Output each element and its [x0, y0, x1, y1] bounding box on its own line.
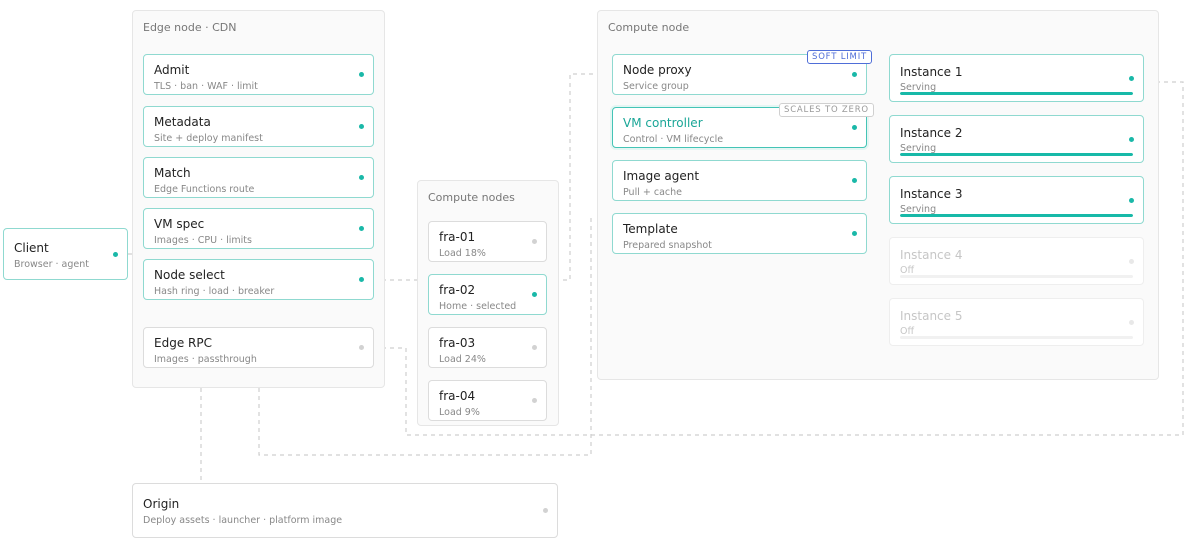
- instance-title: Instance 3: [900, 187, 963, 201]
- client-status-dot: [113, 251, 118, 257]
- node-subtitle: Load 24%: [439, 354, 486, 365]
- step-subtitle: Site + deploy manifest: [154, 133, 263, 144]
- step-status-dot: [359, 226, 364, 231]
- component-title: VM controller: [623, 116, 703, 130]
- instance-status-dot: [1129, 197, 1134, 203]
- step-subtitle: Edge Functions route: [154, 184, 255, 195]
- component-image-agent[interactable]: Image agent Pull + cache: [612, 160, 867, 201]
- component-subtitle: Control · VM lifecycle: [623, 134, 724, 145]
- node-subtitle: Load 18%: [439, 248, 486, 259]
- node-title: fra-01: [439, 230, 476, 244]
- edge-step-vm-spec[interactable]: VM spec Images · CPU · limits: [143, 208, 374, 249]
- instance-title: Instance 4: [900, 248, 963, 262]
- client-node[interactable]: Client Browser · agent: [3, 228, 128, 280]
- node-status-dot: [532, 345, 537, 350]
- component-status-dot: [852, 231, 857, 236]
- instance-load-fill: [900, 214, 1133, 217]
- component-subtitle: Service group: [623, 81, 689, 92]
- step-subtitle: Images · CPU · limits: [154, 235, 252, 246]
- edge-rpc-subtitle: Images · passthrough: [154, 354, 257, 365]
- node-fra-03[interactable]: fra-03 Load 24%: [428, 327, 547, 368]
- step-subtitle: Hash ring · load · breaker: [154, 286, 275, 297]
- edge-node-title: Edge node · CDN: [143, 21, 237, 34]
- edge-step-admit[interactable]: Admit TLS · ban · WAF · limit: [143, 54, 374, 95]
- instance-load-bar: [900, 275, 1133, 278]
- node-status-dot: [532, 292, 537, 297]
- instance-title: Instance 5: [900, 309, 963, 323]
- instance-status-dot: [1129, 136, 1134, 142]
- node-status-dot: [532, 239, 537, 244]
- node-fra-01[interactable]: fra-01 Load 18%: [428, 221, 547, 262]
- origin-title: Origin: [143, 497, 180, 511]
- scales-to-zero-badge: SCALES TO ZERO: [779, 103, 874, 117]
- step-title: Match: [154, 166, 191, 180]
- node-title: fra-03: [439, 336, 476, 350]
- instance-load-fill: [900, 153, 1133, 156]
- node-fra-04[interactable]: fra-04 Load 9%: [428, 380, 547, 421]
- step-title: VM spec: [154, 217, 205, 231]
- instance-status-dot: [1129, 75, 1134, 81]
- client-subtitle: Browser · agent: [14, 259, 89, 270]
- edge-rpc-title: Edge RPC: [154, 336, 212, 350]
- edge-step-match[interactable]: Match Edge Functions route: [143, 157, 374, 198]
- node-subtitle: Home · selected: [439, 301, 517, 312]
- node-title: fra-04: [439, 389, 476, 403]
- instance-load-fill: [900, 92, 1133, 95]
- instance-4[interactable]: Instance 4 Off: [889, 237, 1144, 285]
- step-status-dot: [359, 124, 364, 129]
- component-status-dot: [852, 178, 857, 183]
- component-title: Node proxy: [623, 63, 692, 77]
- node-fra-02[interactable]: fra-02 Home · selected: [428, 274, 547, 315]
- component-title: Template: [623, 222, 678, 236]
- component-status-dot: [852, 72, 857, 77]
- node-subtitle: Load 9%: [439, 407, 480, 418]
- edge-rpc-status-dot: [359, 345, 364, 350]
- instance-title: Instance 1: [900, 65, 963, 79]
- instance-3[interactable]: Instance 3 Serving: [889, 176, 1144, 224]
- step-status-dot: [359, 175, 364, 180]
- edge-step-node-select[interactable]: Node select Hash ring · load · breaker: [143, 259, 374, 300]
- component-subtitle: Prepared snapshot: [623, 240, 712, 251]
- step-status-dot: [359, 72, 364, 77]
- step-title: Metadata: [154, 115, 211, 129]
- instance-load-bar: [900, 214, 1133, 217]
- step-title: Admit: [154, 63, 190, 77]
- step-title: Node select: [154, 268, 225, 282]
- instance-5[interactable]: Instance 5 Off: [889, 298, 1144, 346]
- edge-step-metadata[interactable]: Metadata Site + deploy manifest: [143, 106, 374, 147]
- node-title: fra-02: [439, 283, 476, 297]
- origin-node[interactable]: Origin Deploy assets · launcher · platfo…: [132, 483, 558, 538]
- step-subtitle: TLS · ban · WAF · limit: [154, 81, 258, 92]
- client-title: Client: [14, 241, 49, 255]
- component-title: Image agent: [623, 169, 700, 183]
- instance-title: Instance 2: [900, 126, 963, 140]
- origin-subtitle: Deploy assets · launcher · platform imag…: [143, 515, 343, 526]
- instance-load-bar: [900, 153, 1133, 156]
- compute-nodes-title: Compute nodes: [428, 191, 515, 204]
- component-template[interactable]: Template Prepared snapshot: [612, 213, 867, 254]
- instance-2[interactable]: Instance 2 Serving: [889, 115, 1144, 163]
- component-status-dot: [852, 125, 857, 130]
- instance-status-dot: [1129, 319, 1134, 325]
- instance-1[interactable]: Instance 1 Serving: [889, 54, 1144, 102]
- step-status-dot: [359, 277, 364, 282]
- component-subtitle: Pull + cache: [623, 187, 682, 198]
- node-status-dot: [532, 398, 537, 403]
- instance-status-dot: [1129, 258, 1134, 264]
- compute-node-title: Compute node: [608, 21, 690, 34]
- instance-load-bar: [900, 336, 1133, 339]
- edge-rpc[interactable]: Edge RPC Images · passthrough: [143, 327, 374, 368]
- soft-limit-badge: SOFT LIMIT: [807, 50, 872, 64]
- instance-load-bar: [900, 92, 1133, 95]
- origin-status-dot: [543, 508, 548, 513]
